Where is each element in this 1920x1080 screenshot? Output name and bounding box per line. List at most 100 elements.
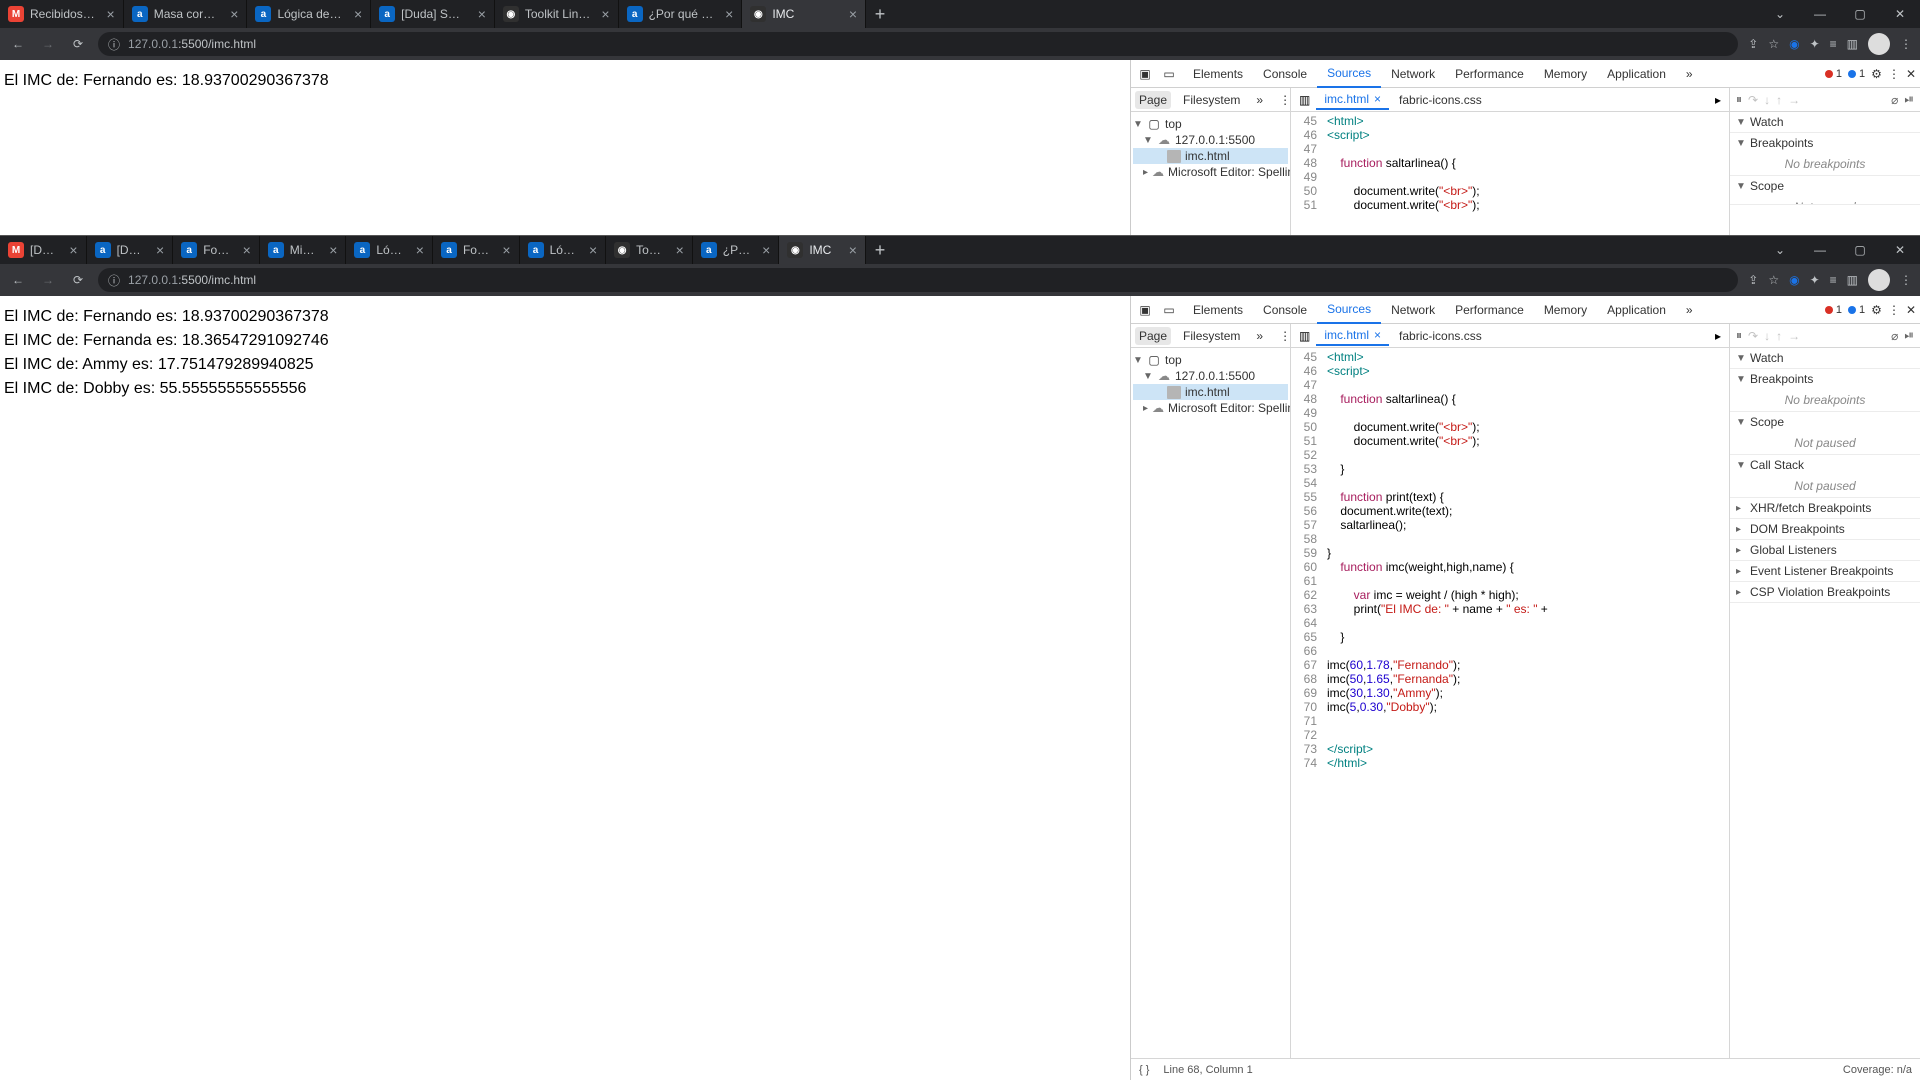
browser-tab[interactable]: aMasa corporal | Lógica de prog…× [124, 0, 248, 28]
more-panels-icon[interactable]: » [1680, 67, 1699, 81]
browser-tab[interactable]: aFormación Princip…× [433, 236, 520, 264]
devtools-panel-application[interactable]: Application [1597, 60, 1676, 88]
more-panels-icon[interactable]: » [1680, 303, 1699, 317]
devtools-panel-network[interactable]: Network [1381, 60, 1445, 88]
pause-exc-icon[interactable]: ⏯ [1904, 328, 1914, 343]
dbg-csp-violation-breakpoints-head[interactable]: ▸CSP Violation Breakpoints [1730, 582, 1920, 602]
minimize-icon[interactable]: — [1800, 0, 1840, 28]
devtools-panel-elements[interactable]: Elements [1183, 296, 1253, 324]
devtools-close-icon[interactable]: ✕ [1906, 67, 1916, 81]
devtools-panel-memory[interactable]: Memory [1534, 296, 1597, 324]
tree-host[interactable]: ▼☁127.0.0.1:5500 [1133, 368, 1288, 384]
reading-list-icon[interactable]: ≡ [1830, 273, 1837, 287]
editor-more-icon[interactable]: ▸ [1711, 93, 1725, 107]
editor-tab-imc[interactable]: imc.html× [1316, 90, 1389, 110]
devtools-panel-elements[interactable]: Elements [1183, 60, 1253, 88]
dbg-call-stack-head[interactable]: ▼Call Stack [1730, 455, 1920, 475]
back-icon[interactable]: ← [8, 34, 28, 54]
minimize-icon[interactable]: — [1800, 236, 1840, 264]
more-subtabs-icon[interactable]: » [1252, 327, 1267, 345]
dbg-event-listener-breakpoints-head[interactable]: ▸Event Listener Breakpoints [1730, 561, 1920, 581]
tree-extension[interactable]: ▸☁Microsoft Editor: Spelling & Gra… [1133, 164, 1288, 180]
browser-tab[interactable]: aLógica de program…× [520, 236, 607, 264]
close-icon[interactable]: × [762, 242, 770, 258]
forward-icon[interactable]: → [38, 270, 58, 290]
tree-top[interactable]: ▼▢top [1133, 116, 1288, 132]
page-subtab[interactable]: Page [1135, 327, 1171, 345]
error-badge[interactable]: 1 [1825, 304, 1842, 316]
close-icon[interactable]: × [1374, 92, 1381, 106]
devtools-menu-icon[interactable]: ⋮ [1888, 67, 1900, 81]
tree-file-imc[interactable]: imc.html [1133, 148, 1288, 164]
share-icon[interactable]: ⇪ [1748, 37, 1758, 51]
more-subtabs-icon[interactable]: » [1252, 91, 1267, 109]
url-bar[interactable]: ⓘ 127.0.0.1:5500/imc.html [98, 32, 1738, 56]
step-out-icon[interactable]: ↑ [1776, 93, 1782, 107]
dbg-breakpoints-head[interactable]: ▼Breakpoints [1730, 369, 1920, 389]
editor-tab-imc[interactable]: imc.html× [1316, 326, 1389, 346]
editor-tab-fabric[interactable]: fabric-icons.css [1391, 91, 1490, 109]
browser-tab[interactable]: ◉IMC× [742, 0, 866, 28]
error-badge[interactable]: 1 [1825, 68, 1842, 80]
code-editor[interactable]: 45 46 47 48 49 50 51 <html> <script> fun… [1291, 112, 1729, 235]
filesystem-subtab[interactable]: Filesystem [1179, 327, 1244, 345]
chevron-down-icon[interactable]: ⌄ [1760, 0, 1800, 28]
inspect-icon[interactable]: ▣ [1135, 64, 1155, 84]
close-icon[interactable]: × [156, 242, 164, 258]
extensions-icon[interactable]: ✦ [1810, 273, 1820, 287]
kebab-menu-icon[interactable]: ⋮ [1900, 37, 1912, 51]
chevron-down-icon[interactable]: ⌄ [1760, 236, 1800, 264]
kebab-menu-icon[interactable]: ⋮ [1900, 273, 1912, 287]
devtools-panel-application[interactable]: Application [1597, 296, 1676, 324]
close-icon[interactable]: × [329, 242, 337, 258]
sidebar-toggle-icon[interactable]: ▥ [1295, 93, 1314, 107]
reload-icon[interactable]: ⟳ [68, 34, 88, 54]
ext-blue-icon[interactable]: ◉ [1789, 37, 1799, 51]
tree-top[interactable]: ▼▢top [1133, 352, 1288, 368]
gear-icon[interactable]: ⚙ [1871, 67, 1882, 81]
browser-tab[interactable]: ◉IMC× [779, 236, 866, 264]
close-icon[interactable]: × [589, 242, 597, 258]
browser-tab[interactable]: a¿Por qué el profes…× [693, 236, 780, 264]
device-toolbar-icon[interactable]: ▭ [1159, 64, 1179, 84]
step-icon[interactable]: → [1788, 329, 1800, 343]
info-icon[interactable]: ⓘ [108, 272, 120, 289]
browser-tab[interactable]: ◉Toolkit Linkedin× [606, 236, 693, 264]
star-icon[interactable]: ☆ [1768, 37, 1779, 51]
browser-tab[interactable]: M[Duda] IMC solo m…× [0, 236, 87, 264]
side-panel-icon[interactable]: ▥ [1847, 273, 1858, 287]
dbg-global-listeners-head[interactable]: ▸Global Listeners [1730, 540, 1920, 560]
close-icon[interactable]: × [1374, 328, 1381, 342]
avatar[interactable] [1868, 33, 1890, 55]
browser-tab[interactable]: MRecibidos (32) - fevasquez444@× [0, 0, 124, 28]
maximize-icon[interactable]: ▢ [1840, 236, 1880, 264]
forward-icon[interactable]: → [38, 34, 58, 54]
pretty-print-icon[interactable]: { } [1139, 1064, 1149, 1076]
dbg-watch-head[interactable]: ▼Watch [1730, 348, 1920, 368]
share-icon[interactable]: ⇪ [1748, 273, 1758, 287]
dbg-dom-breakpoints-head[interactable]: ▸DOM Breakpoints [1730, 519, 1920, 539]
browser-tab[interactable]: a[Duda] SOLO ME CARGA EL RES…× [371, 0, 495, 28]
back-icon[interactable]: ← [8, 270, 28, 290]
watch-head[interactable]: ▼Watch [1730, 112, 1920, 132]
url-bar[interactable]: ⓘ 127.0.0.1:5500/imc.html [98, 268, 1738, 292]
devtools-panel-performance[interactable]: Performance [1445, 296, 1534, 324]
devtools-menu-icon[interactable]: ⋮ [1888, 303, 1900, 317]
gear-icon[interactable]: ⚙ [1871, 303, 1882, 317]
step-over-icon[interactable]: ↷ [1748, 93, 1758, 107]
devtools-panel-network[interactable]: Network [1381, 296, 1445, 324]
step-into-icon[interactable]: ↓ [1764, 93, 1770, 107]
browser-tab[interactable]: aMis Cursos | Alura…× [260, 236, 347, 264]
devtools-close-icon[interactable]: ✕ [1906, 303, 1916, 317]
deactivate-bp-icon[interactable]: ⌀ [1891, 93, 1898, 107]
close-icon[interactable]: × [849, 6, 857, 22]
editor-tab-fabric[interactable]: fabric-icons.css [1391, 327, 1490, 345]
info-icon[interactable]: ⓘ [108, 36, 120, 53]
dbg-scope-head[interactable]: ▼Scope [1730, 412, 1920, 432]
scope-head[interactable]: ▼Scope [1730, 176, 1920, 196]
close-icon[interactable]: × [478, 6, 486, 22]
browser-tab[interactable]: a[Duda] IMC solo m…× [87, 236, 174, 264]
sidebar-toggle-icon[interactable]: ▥ [1295, 329, 1314, 343]
editor-more-icon[interactable]: ▸ [1711, 329, 1725, 343]
close-window-icon[interactable]: ✕ [1880, 236, 1920, 264]
